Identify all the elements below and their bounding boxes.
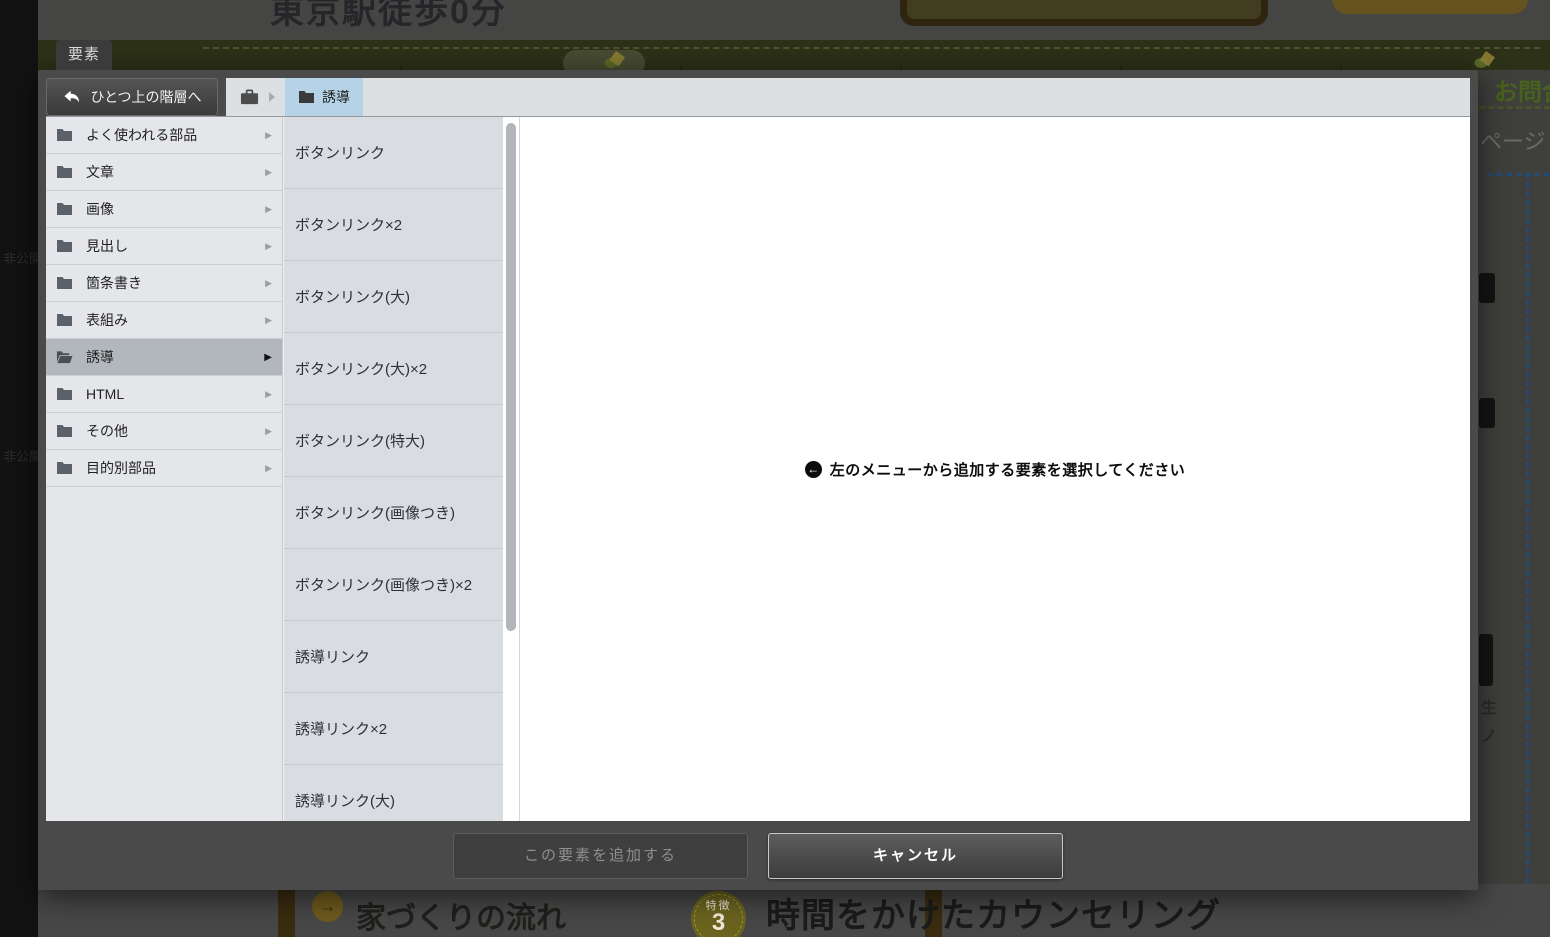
dialog-toolbar: ひとつ上の階層へ 誘導	[46, 78, 1470, 116]
scrollbar-thumb[interactable]	[506, 123, 516, 631]
clover-icon	[603, 48, 629, 72]
background-page-bottom: → 家づくりの流れ 特徴 3 時間をかけたカウンセリング	[38, 884, 1550, 937]
arrow-circle-icon: →	[312, 891, 343, 922]
chevron-right-icon: ▶	[265, 426, 272, 437]
chevron-right-icon: ▶	[265, 204, 272, 215]
sidebar-item-text[interactable]: 文章 ▶	[46, 154, 282, 191]
sidebar-item-label: 画像	[86, 199, 114, 219]
dialog-body: よく使われる部品 ▶ 文章 ▶ 画像 ▶ 見出し ▶ 箇条書き ▶	[46, 116, 1470, 821]
background-header-pill	[1332, 0, 1528, 14]
go-up-level-button[interactable]: ひとつ上の階層へ	[46, 78, 218, 116]
sidebar-item-frequently-used[interactable]: よく使われる部品 ▶	[46, 117, 282, 154]
open-folder-icon	[56, 350, 73, 364]
list-item[interactable]: ボタンリンク	[284, 117, 503, 189]
list-item[interactable]: ボタンリンク(大)×2	[284, 333, 503, 405]
folder-icon	[56, 313, 73, 327]
go-up-level-label: ひとつ上の階層へ	[90, 87, 201, 107]
chevron-right-icon: ▶	[265, 130, 272, 141]
folder-icon	[56, 387, 73, 401]
background-station-text: 東京駅徒歩0分	[270, 0, 507, 33]
element-picker-dialog: ひとつ上の階層へ 誘導 よく使われる部品 ▶	[38, 70, 1478, 890]
sidebar-item-label: 表組み	[86, 310, 128, 330]
chevron-right-icon	[269, 92, 275, 102]
feature-badge: 特徴 3	[691, 891, 746, 937]
list-item[interactable]: ボタンリンク(大)	[284, 261, 503, 333]
back-circle-icon: ←	[805, 461, 822, 478]
sidebar-item-label: 誘導	[86, 347, 114, 367]
dashed-border	[1479, 106, 1550, 109]
category-sidebar: よく使われる部品 ▶ 文章 ▶ 画像 ▶ 見出し ▶ 箇条書き ▶	[46, 117, 283, 821]
blue-dashed-border	[1487, 173, 1550, 176]
folder-icon	[56, 202, 73, 216]
chevron-right-icon: ▶	[265, 278, 272, 289]
list-item[interactable]: 誘導リンク	[284, 621, 503, 693]
background-page-header: 東京駅徒歩0分	[38, 0, 1550, 40]
chevron-right-icon: ▶	[265, 241, 272, 252]
breadcrumb: 誘導	[226, 78, 1470, 116]
cancel-button[interactable]: キャンセル	[768, 833, 1063, 879]
folder-icon	[298, 90, 315, 104]
elements-tab: 要素	[56, 40, 112, 70]
sidebar-item-table[interactable]: 表組み ▶	[46, 302, 282, 339]
sidebar-item-html[interactable]: HTML ▶	[46, 376, 282, 413]
dashed-border	[203, 47, 1540, 49]
chevron-right-icon: ▶	[265, 167, 272, 178]
preview-message: 左のメニューから追加する要素を選択してください	[830, 459, 1186, 480]
blue-dashed-border	[1526, 173, 1529, 937]
background-contact-button	[900, 0, 1268, 26]
briefcase-icon[interactable]	[240, 89, 259, 105]
sidebar-item-image[interactable]: 画像 ▶	[46, 191, 282, 228]
background-chip	[1479, 398, 1495, 428]
preview-panel: ← 左のメニューから追加する要素を選択してください	[520, 117, 1470, 821]
back-arrow-icon	[62, 89, 82, 105]
sidebar-item-purpose-parts[interactable]: 目的別部品 ▶	[46, 450, 282, 487]
sidebar-item-other[interactable]: その他 ▶	[46, 413, 282, 450]
element-list: ボタンリンク ボタンリンク×2 ボタンリンク(大) ボタンリンク(大)×2 ボタ…	[283, 117, 503, 821]
folder-icon	[56, 461, 73, 475]
chevron-right-icon: ▶	[264, 352, 272, 363]
sidebar-item-navigation[interactable]: 誘導 ▶	[46, 339, 282, 376]
sidebar-item-heading[interactable]: 見出し ▶	[46, 228, 282, 265]
folder-icon	[56, 424, 73, 438]
dialog-footer: この要素を追加する キャンセル	[46, 821, 1470, 882]
list-item[interactable]: ボタンリンク(画像つき)	[284, 477, 503, 549]
clover-icon	[1473, 48, 1499, 72]
sidebar-item-label: 箇条書き	[86, 273, 142, 293]
sidebar-item-label: 目的別部品	[86, 458, 156, 478]
chevron-right-icon: ▶	[265, 463, 272, 474]
folder-icon	[56, 165, 73, 179]
sidebar-item-label: 文章	[86, 162, 114, 182]
add-element-button[interactable]: この要素を追加する	[453, 833, 748, 879]
background-chip	[1479, 634, 1493, 686]
background-left-rail: 非公開 非公開	[0, 0, 38, 937]
list-item[interactable]: ボタンリンク×2	[284, 189, 503, 261]
sidebar-item-label: HTML	[86, 386, 124, 402]
sidebar-item-bullet-list[interactable]: 箇条書き ▶	[46, 265, 282, 302]
list-item[interactable]: 誘導リンク(大)	[284, 765, 503, 821]
folder-icon	[56, 276, 73, 290]
sidebar-item-label: 見出し	[86, 236, 128, 256]
folder-icon	[56, 128, 73, 142]
background-right-column: お問合 ページ 生 ノ	[1477, 70, 1550, 937]
sidebar-item-label: よく使われる部品	[86, 125, 197, 145]
chevron-right-icon: ▶	[265, 389, 272, 400]
background-feature-heading: 時間をかけたカウンセリング	[766, 888, 1221, 937]
element-list-scrollbar[interactable]	[503, 117, 520, 821]
sidebar-item-label: その他	[86, 421, 128, 441]
background-chip	[1479, 273, 1495, 303]
breadcrumb-current-folder[interactable]: 誘導	[285, 78, 363, 116]
breadcrumb-current-label: 誘導	[322, 87, 350, 107]
list-item[interactable]: ボタンリンク(画像つき)×2	[284, 549, 503, 621]
background-contact-text: お問合	[1494, 72, 1550, 107]
list-item[interactable]: ボタンリンク(特大)	[284, 405, 503, 477]
background-flow-link: 家づくりの流れ	[356, 893, 566, 937]
chevron-right-icon: ▶	[265, 315, 272, 326]
background-page-text: ページ	[1480, 124, 1546, 156]
list-item[interactable]: 誘導リンク×2	[284, 693, 503, 765]
folder-icon	[56, 239, 73, 253]
